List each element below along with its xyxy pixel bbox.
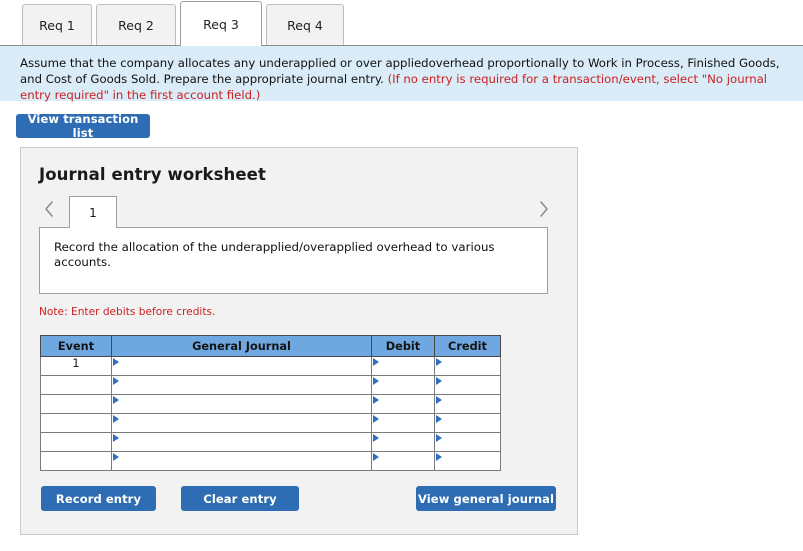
- expand-triangle-icon[interactable]: [113, 396, 119, 404]
- worksheet-page-number: 1: [89, 205, 97, 220]
- expand-triangle-icon[interactable]: [373, 434, 379, 442]
- journal-entry-worksheet-panel: Journal entry worksheet 1 Record the all…: [20, 147, 578, 535]
- debits-before-credits-note: Note: Enter debits before credits.: [39, 306, 216, 318]
- tab-req-4[interactable]: Req 4: [266, 4, 344, 46]
- table-row: [40, 375, 501, 395]
- table-row: [40, 432, 501, 452]
- tab-label: Req 3: [203, 16, 239, 32]
- worksheet-description-box: Record the allocation of the underapplie…: [39, 227, 548, 294]
- cell-debit[interactable]: [371, 413, 435, 433]
- column-header-general-journal: General Journal: [111, 335, 372, 357]
- cell-event: [40, 394, 112, 414]
- page-title: Journal entry worksheet: [39, 165, 266, 184]
- view-general-journal-button[interactable]: View general journal: [416, 486, 556, 511]
- expand-triangle-icon[interactable]: [436, 358, 442, 366]
- tab-req-3[interactable]: Req 3: [180, 1, 262, 46]
- column-header-credit: Credit: [434, 335, 501, 357]
- expand-triangle-icon[interactable]: [373, 358, 379, 366]
- cell-event: [40, 413, 112, 433]
- cell-debit[interactable]: [371, 451, 435, 471]
- clear-entry-button[interactable]: Clear entry: [181, 486, 299, 511]
- expand-triangle-icon[interactable]: [113, 453, 119, 461]
- journal-entry-table: Event General Journal Debit Credit 1: [40, 335, 501, 471]
- expand-triangle-icon[interactable]: [113, 358, 119, 366]
- chevron-left-icon[interactable]: [38, 196, 60, 222]
- expand-triangle-icon[interactable]: [373, 415, 379, 423]
- cell-credit[interactable]: [434, 432, 501, 452]
- column-header-event: Event: [40, 335, 112, 357]
- tab-label: Req 2: [118, 18, 154, 33]
- chevron-right-icon[interactable]: [533, 196, 555, 222]
- cell-credit[interactable]: [434, 394, 501, 414]
- expand-triangle-icon[interactable]: [436, 396, 442, 404]
- table-header-row: Event General Journal Debit Credit: [40, 335, 501, 357]
- cell-general-journal[interactable]: [111, 356, 372, 376]
- cell-general-journal[interactable]: [111, 375, 372, 395]
- expand-triangle-icon[interactable]: [436, 434, 442, 442]
- cell-debit[interactable]: [371, 356, 435, 376]
- column-header-debit: Debit: [371, 335, 435, 357]
- instruction-banner: Assume that the company allocates any un…: [0, 45, 803, 102]
- expand-triangle-icon[interactable]: [373, 453, 379, 461]
- expand-triangle-icon[interactable]: [113, 377, 119, 385]
- expand-triangle-icon[interactable]: [436, 415, 442, 423]
- table-row: [40, 394, 501, 414]
- table-row: [40, 451, 501, 471]
- cell-event: [40, 432, 112, 452]
- cell-debit[interactable]: [371, 375, 435, 395]
- tab-bar: Req 1 Req 2 Req 3 Req 4: [0, 0, 803, 46]
- cell-event: [40, 451, 112, 471]
- expand-triangle-icon[interactable]: [436, 377, 442, 385]
- cell-credit[interactable]: [434, 413, 501, 433]
- worksheet-description-text: Record the allocation of the underapplie…: [54, 240, 495, 269]
- cell-debit[interactable]: [371, 394, 435, 414]
- tab-label: Req 4: [287, 18, 323, 33]
- tab-label: Req 1: [39, 18, 75, 33]
- tab-req-1[interactable]: Req 1: [22, 4, 92, 46]
- cell-event: [40, 375, 112, 395]
- cell-credit[interactable]: [434, 451, 501, 471]
- tab-req-2[interactable]: Req 2: [96, 4, 176, 46]
- cell-credit[interactable]: [434, 375, 501, 395]
- expand-triangle-icon[interactable]: [436, 453, 442, 461]
- table-row: [40, 413, 501, 433]
- cell-general-journal[interactable]: [111, 394, 372, 414]
- worksheet-page-tab-1[interactable]: 1: [69, 196, 117, 228]
- cell-general-journal[interactable]: [111, 413, 372, 433]
- table-row: 1: [40, 356, 501, 376]
- expand-triangle-icon[interactable]: [113, 415, 119, 423]
- cell-general-journal[interactable]: [111, 451, 372, 471]
- expand-triangle-icon[interactable]: [113, 434, 119, 442]
- expand-triangle-icon[interactable]: [373, 377, 379, 385]
- cell-debit[interactable]: [371, 432, 435, 452]
- cell-event: 1: [40, 356, 112, 376]
- expand-triangle-icon[interactable]: [373, 396, 379, 404]
- record-entry-button[interactable]: Record entry: [41, 486, 156, 511]
- view-transaction-list-button[interactable]: View transaction list: [16, 112, 150, 140]
- cell-credit[interactable]: [434, 356, 501, 376]
- cell-general-journal[interactable]: [111, 432, 372, 452]
